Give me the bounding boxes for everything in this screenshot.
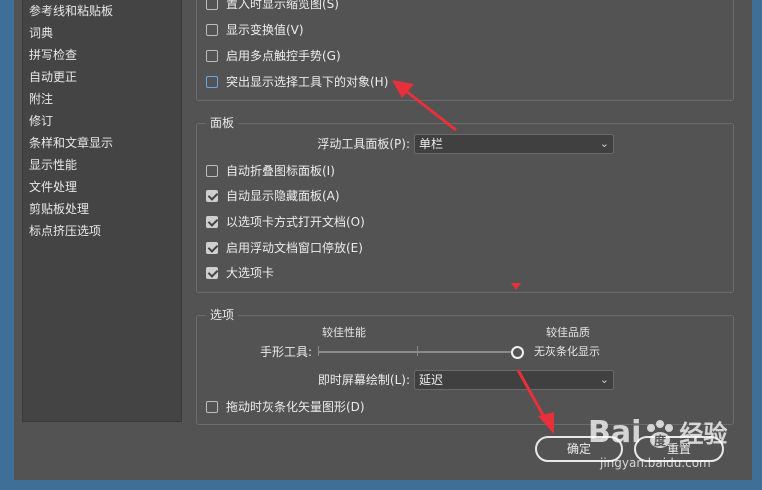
show-transform-values-row[interactable]: 显示变换值(V)	[206, 21, 506, 39]
better-performance-label: 较佳性能	[322, 326, 366, 339]
auto-collapse-label: 自动折叠图标面板(I)	[226, 164, 335, 178]
floating-docking-checkbox[interactable]	[206, 242, 218, 254]
show-thumbnails-checkbox[interactable]	[206, 0, 218, 10]
sidebar-item-spelling[interactable]: 拼写检查	[29, 45, 77, 65]
sidebar-item-track-changes[interactable]: 修订	[29, 111, 53, 131]
hand-tool-slider-track[interactable]	[318, 351, 514, 353]
floating-docking-label: 启用浮动文档窗口停放(E)	[226, 241, 363, 255]
multitouch-gestures-label: 启用多点触控手势(G)	[226, 49, 341, 63]
sidebar-item-dictionary[interactable]: 词典	[29, 23, 53, 43]
sidebar-item-file-handling[interactable]: 文件处理	[29, 177, 77, 197]
auto-collapse-checkbox[interactable]	[206, 165, 218, 177]
hand-tool-label: 手形工具:	[259, 345, 312, 359]
live-redraw-value: 延迟	[419, 373, 444, 387]
watermark-brand: Bai	[588, 415, 642, 450]
show-thumbnails-label: 置入时显示缩览图(S)	[226, 0, 339, 11]
preferences-category-list[interactable]: 参考线和粘贴板 词典 拼写检查 自动更正 附注 修订 条样和文章显示 显示性能 …	[22, 0, 182, 422]
show-transform-values-label: 显示变换值(V)	[226, 23, 304, 37]
live-redraw-label: 即时屏幕绘制(L):	[317, 373, 410, 387]
slider-tick-min	[318, 346, 319, 356]
sidebar-item-mojikumi[interactable]: 标点挤压选项	[29, 221, 101, 241]
annotation-arrow-icon	[392, 80, 457, 132]
greek-vector-label: 拖动时灰条化矢量图形(D)	[226, 400, 365, 414]
large-tabs-checkbox[interactable]	[206, 267, 218, 279]
open-as-tabs-label: 以选项卡方式打开文档(O)	[226, 215, 365, 229]
window-frame-right	[752, 0, 762, 490]
hand-tool-slider-handle[interactable]	[511, 346, 524, 359]
auto-show-hidden-label: 自动显示隐藏面板(A)	[226, 189, 340, 203]
window-frame-bottom	[0, 480, 762, 490]
sidebar-item-autocorrect[interactable]: 自动更正	[29, 67, 77, 87]
slider-tick-mid	[417, 346, 418, 356]
highlight-objects-label: 突出显示选择工具下的对象(H)	[226, 75, 389, 89]
watermark-url: jingyan.baidu.com	[600, 456, 711, 470]
chevron-down-icon: ⌄	[599, 137, 609, 150]
sidebar-item-notes[interactable]: 附注	[29, 89, 53, 109]
auto-show-hidden-row[interactable]: 自动显示隐藏面板(A)	[206, 187, 506, 205]
no-greeking-label: 无灰条化显示	[534, 345, 600, 358]
better-quality-label: 较佳品质	[546, 326, 590, 339]
highlight-objects-checkbox[interactable]	[206, 76, 218, 88]
floating-docking-row[interactable]: 启用浮动文档窗口停放(E)	[206, 239, 506, 257]
show-transform-values-checkbox[interactable]	[206, 24, 218, 36]
watermark-jingyan: 经验	[679, 420, 728, 448]
window-frame-left	[0, 0, 14, 490]
large-tabs-row[interactable]: 大选项卡	[206, 264, 506, 282]
options-group-title: 选项	[206, 307, 239, 323]
open-as-tabs-checkbox[interactable]	[206, 216, 218, 228]
sidebar-item-display-performance[interactable]: 显示性能	[29, 155, 77, 175]
greek-vector-row[interactable]: 拖动时灰条化矢量图形(D)	[206, 398, 506, 416]
show-thumbnails-row[interactable]: 置入时显示缩览图(S)	[206, 0, 506, 13]
panels-group-title: 面板	[206, 115, 239, 131]
auto-collapse-row[interactable]: 自动折叠图标面板(I)	[206, 162, 506, 180]
annotation-arrow-icon	[516, 369, 554, 434]
multitouch-gestures-row[interactable]: 启用多点触控手势(G)	[206, 47, 506, 65]
annotation-marker-icon	[511, 283, 521, 290]
watermark-du: 度	[654, 433, 667, 448]
large-tabs-label: 大选项卡	[226, 266, 275, 280]
sidebar-item-story-editor[interactable]: 条样和文章显示	[29, 133, 113, 153]
greek-vector-checkbox[interactable]	[206, 401, 218, 413]
multitouch-gestures-checkbox[interactable]	[206, 50, 218, 62]
open-as-tabs-row[interactable]: 以选项卡方式打开文档(O)	[206, 213, 506, 231]
chevron-down-icon: ⌄	[599, 373, 609, 386]
baidu-watermark: Bai 度经验	[588, 416, 727, 451]
paw-logo-icon: 度	[641, 419, 679, 449]
sidebar-item-guides-pasteboard[interactable]: 参考线和粘贴板	[29, 1, 113, 21]
sidebar-item-clipboard[interactable]: 剪贴板处理	[29, 199, 89, 219]
auto-show-hidden-checkbox[interactable]	[206, 190, 218, 202]
